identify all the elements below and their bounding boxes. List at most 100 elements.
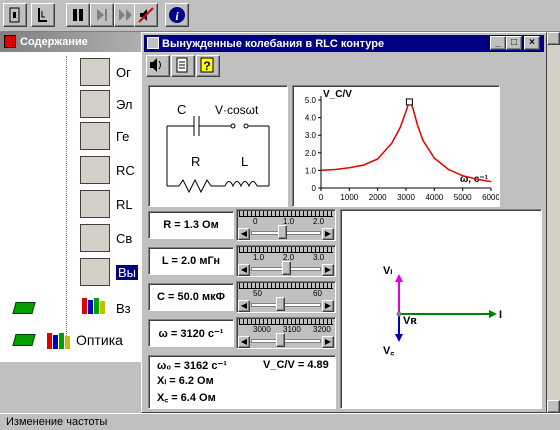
- y-tick-label: 2.0: [305, 149, 317, 158]
- exit-button[interactable]: [3, 3, 27, 27]
- c-value: C = 50.0 мкФ: [148, 283, 234, 311]
- exit-icon: [9, 7, 20, 23]
- tree-item-4[interactable]: RC: [80, 156, 138, 184]
- slider-scale-label: 3200: [313, 325, 331, 334]
- slider-decrease-button[interactable]: ◀: [238, 228, 250, 240]
- slider-decrease-button[interactable]: ◀: [238, 336, 250, 348]
- vc-label: V꜀: [383, 345, 394, 357]
- source-label: V·cosωt: [215, 103, 259, 117]
- c-slider[interactable]: 50 60 ◀ ▶: [236, 281, 336, 313]
- description-button[interactable]: [171, 55, 195, 77]
- tree-item-label: Эл: [116, 96, 133, 112]
- scroll-down-button[interactable]: [547, 400, 560, 413]
- tree-item-8[interactable]: Вз: [80, 294, 138, 322]
- close-button[interactable]: ×: [524, 36, 540, 50]
- y-tick-label: 4.0: [305, 114, 317, 123]
- contents-title: Содержание: [20, 36, 88, 48]
- tree-item-label: Вы: [116, 264, 138, 280]
- slider-scale-label: 3.0: [313, 253, 325, 262]
- slider-thumb[interactable]: [275, 297, 285, 311]
- y-axis-label: V_C/V: [323, 89, 352, 100]
- current-arrowhead: [489, 310, 497, 318]
- vl-arrowhead: [395, 274, 403, 282]
- status-bar: Изменение частоты: [0, 413, 560, 430]
- status-text: Изменение частоты: [6, 416, 108, 428]
- phasor-vectors: Vₗ Vʀ V꜀ I: [383, 265, 502, 357]
- bookmark-button[interactable]: [31, 3, 55, 27]
- current-point-marker: [405, 98, 413, 106]
- omega-slider[interactable]: 3000 3100 3200 ◀ ▶: [236, 317, 336, 349]
- pause-icon: [73, 9, 83, 21]
- slider-increase-button[interactable]: ▶: [322, 228, 334, 240]
- books-icon: [47, 333, 70, 349]
- app-icon: [147, 37, 159, 49]
- slider-increase-button[interactable]: ▶: [322, 336, 334, 348]
- books-icon: [80, 294, 110, 322]
- x-tick-label: 1000: [340, 193, 358, 202]
- slider-decrease-button[interactable]: ◀: [238, 300, 250, 312]
- x-tick-label: 0: [319, 193, 324, 202]
- document-icon: [176, 57, 188, 73]
- tree-item-5[interactable]: RL: [80, 190, 138, 218]
- slider-thumb[interactable]: [282, 261, 291, 275]
- tree-item-label: Св: [116, 230, 133, 246]
- tree-item-label: RC: [116, 162, 135, 178]
- resonance-curve-plot: 0 1000 2000 3000 4000 5000 6000 0 1.0 2.0 3.0 4.0 5.…: [305, 89, 501, 202]
- window-title-bar: Вынужденные колебания в RLC контуре _ □ …: [144, 35, 544, 52]
- info-icon: i: [169, 7, 185, 23]
- slider-scale-label: 2.0: [313, 217, 325, 226]
- book-icon: [12, 334, 36, 346]
- help-button[interactable]: ?: [196, 55, 220, 77]
- minimize-button[interactable]: _: [490, 36, 506, 50]
- vr-label: Vʀ: [403, 315, 417, 327]
- slider-track[interactable]: [251, 303, 321, 307]
- y-tick-label: 5.0: [305, 96, 317, 105]
- tree-item-3[interactable]: Ге: [80, 122, 138, 150]
- slider-thumb[interactable]: [275, 333, 285, 347]
- l-slider[interactable]: 1.0 2.0 3.0 ◀ ▶: [236, 245, 336, 277]
- slider-increase-button[interactable]: ▶: [322, 300, 334, 312]
- maximize-button[interactable]: □: [506, 36, 522, 50]
- experiment-icon: [80, 258, 110, 286]
- capacitive-reactance: X꜀ = 6.4 Ом: [157, 392, 216, 404]
- r-slider[interactable]: 0 1.0 2.0 ◀ ▶: [236, 209, 336, 241]
- scroll-up-button[interactable]: [547, 32, 560, 45]
- slider-scale-label: 60: [313, 289, 322, 298]
- sound-button[interactable]: [146, 55, 170, 77]
- l-value: L = 2.0 мГн: [148, 247, 234, 275]
- info-button[interactable]: i: [165, 3, 189, 27]
- tree-item-label: Ог: [116, 64, 131, 80]
- slider-scale-label: 0: [253, 217, 258, 226]
- vertical-scrollbar[interactable]: [547, 32, 560, 413]
- experiment-icon: [80, 122, 110, 150]
- tree-item-label: Оптика: [76, 332, 123, 348]
- tree-item-1[interactable]: Ог: [80, 58, 138, 86]
- x-tick-label: 3000: [397, 193, 415, 202]
- resonance-curve: [320, 100, 492, 183]
- slider-scale-label: 3100: [283, 325, 301, 334]
- circuit-diagram: C V·cosωt R L: [148, 85, 288, 207]
- phasor-diagram: Vₗ Vʀ V꜀ I: [340, 209, 542, 409]
- slider-scale-label: 3000: [253, 325, 271, 334]
- experiment-icon: [80, 190, 110, 218]
- tree-item-6[interactable]: Св: [80, 224, 138, 252]
- resonance-chart: 0 1000 2000 3000 4000 5000 6000 0 1.0 2.0 3.0 4.0 5.…: [292, 85, 500, 207]
- slider-track[interactable]: [251, 339, 321, 343]
- slider-scale-label: 1.0: [253, 253, 265, 262]
- slider-decrease-button[interactable]: ◀: [238, 264, 250, 276]
- tree-item-2[interactable]: Эл: [80, 90, 138, 118]
- results-panel: ω₀ = 3162 с⁻¹ Xₗ = 6.2 Ом X꜀ = 6.4 Ом V_…: [148, 355, 336, 409]
- slider-thumb[interactable]: [277, 225, 287, 239]
- sound-off-button[interactable]: [134, 3, 158, 27]
- tree-item-optika[interactable]: Оптика: [46, 330, 123, 350]
- x-tick-label: 6000: [482, 193, 499, 202]
- pause-button[interactable]: [66, 3, 90, 27]
- toolbar: i: [0, 0, 560, 32]
- slider-increase-button[interactable]: ▶: [322, 264, 334, 276]
- contents-panel: Содержание Ог Эл Ге RC RL Св Вы Вз Оптик…: [0, 32, 142, 362]
- window-title: Вынужденные колебания в RLC контуре: [162, 37, 385, 50]
- book-icon: [4, 35, 16, 48]
- voltage-ratio: V_C/V = 4.89: [263, 359, 329, 371]
- step-button[interactable]: [90, 3, 114, 27]
- tree-item-7-selected[interactable]: Вы: [80, 258, 138, 286]
